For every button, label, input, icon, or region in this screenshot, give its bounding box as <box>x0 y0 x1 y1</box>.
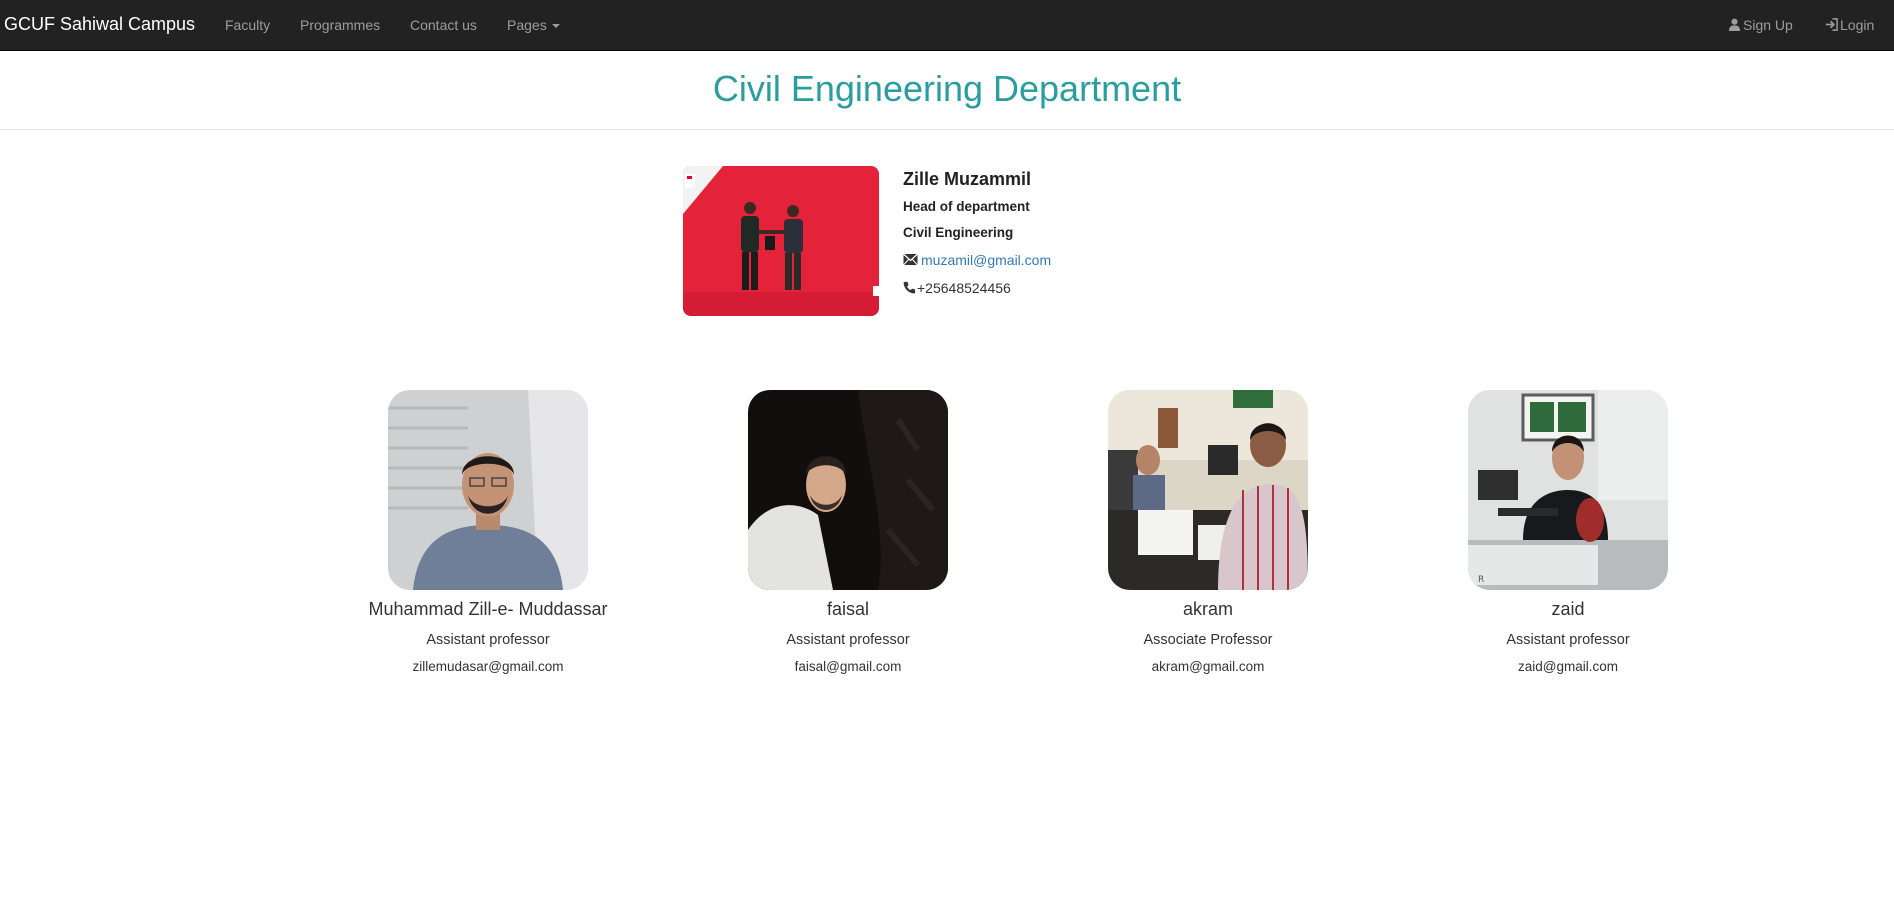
faculty-name: faisal <box>826 599 870 619</box>
svg-text:R: R <box>1478 575 1484 585</box>
faculty-card: faisal Assistant professor faisal@gmail.… <box>683 390 1013 674</box>
signup-label: Sign Up <box>1743 17 1793 33</box>
faculty-email: akram@gmail.com <box>1151 659 1265 674</box>
hod-phone-row: +25648524456 <box>903 280 1011 296</box>
faculty-photo <box>388 390 588 590</box>
faculty-photo-image <box>748 390 948 590</box>
nav-programmes[interactable]: Programmes <box>300 17 380 33</box>
hod-email-row: muzamil@gmail.com <box>903 252 1051 268</box>
faculty-photo-image <box>1108 390 1308 590</box>
login-label: Login <box>1840 17 1875 33</box>
nav-pages-label: Pages <box>507 17 547 33</box>
faculty-photo <box>748 390 948 590</box>
faculty-card: Muhammad Zill-e- Muddassar Assistant pro… <box>323 390 653 674</box>
faculty-card: akram Associate Professor akram@gmail.co… <box>1043 390 1373 674</box>
faculty-email: zaid@gmail.com <box>1518 659 1618 674</box>
nav-contact[interactable]: Contact us <box>410 17 477 33</box>
nav-faculty[interactable]: Faculty <box>225 17 270 33</box>
faculty-photo <box>1108 390 1308 590</box>
caret-down-icon <box>551 24 560 29</box>
phone-icon <box>903 281 916 294</box>
envelope-icon <box>903 253 918 266</box>
login-icon <box>1825 18 1838 31</box>
faculty-photo-image: R <box>1468 390 1668 590</box>
hod-role: Head of department <box>903 199 1030 214</box>
faculty-email: zillemudasar@gmail.com <box>412 659 564 674</box>
faculty-photo: R <box>1468 390 1668 590</box>
faculty-name: akram <box>1182 599 1233 619</box>
hod-phone-number: +25648524456 <box>917 280 1011 296</box>
faculty-role: Assistant professor <box>426 632 550 648</box>
hod-photo-image <box>683 166 879 316</box>
title-divider <box>0 129 1894 130</box>
faculty-photo-image <box>388 390 588 590</box>
faculty-role: Assistant professor <box>1506 632 1630 648</box>
faculty-role: Associate Professor <box>1143 632 1273 648</box>
hod-email-link[interactable]: muzamil@gmail.com <box>921 252 1051 268</box>
faculty-email: faisal@gmail.com <box>794 659 902 674</box>
brand-link[interactable]: GCUF Sahiwal Campus <box>4 14 195 35</box>
navbar: GCUF Sahiwal Campus Faculty Programmes C… <box>0 0 1894 51</box>
login-link[interactable]: Login <box>1825 17 1874 33</box>
hod-photo <box>683 166 879 316</box>
hod-department: Civil Engineering <box>903 225 1014 240</box>
hod-name: Zille Muzammil <box>903 169 1032 189</box>
faculty-card: R zaid Assistant professor zaid@gmail.co… <box>1403 390 1733 674</box>
faculty-name: Muhammad Zill-e- Muddassar <box>368 599 608 619</box>
page-title: Civil Engineering Department <box>712 68 1182 109</box>
user-icon <box>1728 18 1741 31</box>
faculty-role: Assistant professor <box>786 632 910 648</box>
nav-pages-dropdown[interactable]: Pages <box>507 17 560 33</box>
signup-link[interactable]: Sign Up <box>1728 17 1793 33</box>
faculty-name: zaid <box>1551 599 1585 619</box>
